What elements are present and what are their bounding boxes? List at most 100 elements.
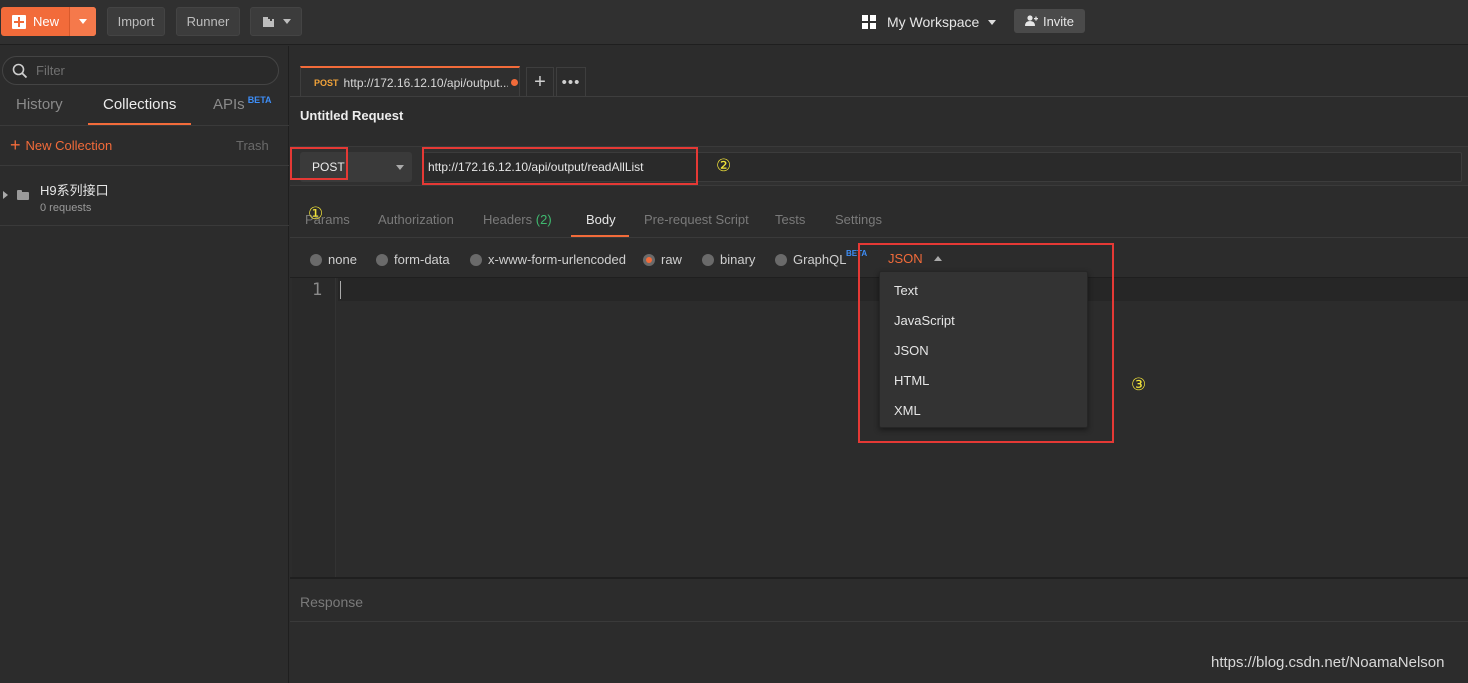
collection-name: H9系列接口 [40,183,109,198]
folder-icon [17,190,29,200]
annotation-marker-1: ① [308,204,324,223]
radio-form-data[interactable]: form-data [376,252,450,267]
request-title[interactable]: Untitled Request [300,108,403,123]
top-bar: New Import Runner My Workspace Invite [0,0,1468,45]
request-tab-method: POST [314,77,339,88]
more-icon: ••• [561,74,581,91]
add-user-icon [1024,15,1038,26]
radio-graphql[interactable]: GraphQL [775,252,846,267]
trash-link[interactable]: Trash [236,138,269,153]
radio-label: x-www-form-urlencoded [488,252,626,267]
radio-x-www-form-urlencoded[interactable]: x-www-form-urlencoded [470,252,626,267]
tab-pre-request-script[interactable]: Pre-request Script [644,212,749,227]
response-label: Response [300,594,364,610]
radio-label: form-data [394,252,450,267]
divider [290,621,1468,622]
new-window-button[interactable] [250,7,302,36]
divider [290,96,1468,97]
request-subtabs: Params Authorization Headers (2) Body Pr… [290,196,1468,238]
format-select-value: JSON [888,251,923,266]
new-collection-button[interactable]: + New Collection [10,135,113,155]
collection-item[interactable]: H9系列接口 0 requests [0,168,289,226]
more-tabs-button[interactable]: ••• [556,67,586,97]
triangle-right-icon[interactable] [3,191,8,199]
radio-label: none [328,252,357,267]
chevron-down-icon [282,19,291,24]
new-dropdown-toggle[interactable] [69,7,96,36]
tab-collections[interactable]: Collections [103,96,176,113]
divider [0,125,289,126]
format-select[interactable]: JSON [888,251,942,266]
tab-apis[interactable]: APIs BETA [213,95,272,113]
workspace-switcher[interactable]: My Workspace [862,10,997,34]
search-icon [12,63,28,78]
divider [0,165,289,166]
radio-raw[interactable]: raw [643,252,682,267]
format-dropdown-menu: Text JavaScript JSON HTML XML [879,271,1088,428]
chevron-down-icon [79,19,87,24]
sidebar-tabs: History Collections APIs BETA [0,92,289,125]
active-tab-indicator [571,235,629,237]
radio-icon [470,253,482,266]
chevron-down-icon [988,19,997,25]
runner-button[interactable]: Runner [176,7,240,36]
new-button-label: New [33,14,60,29]
tab-authorization[interactable]: Authorization [378,212,454,227]
plus-icon: + [10,135,21,155]
tab-apis-label: APIs [213,96,245,113]
line-number-gutter: 1 [292,278,336,578]
tab-headers[interactable]: Headers (2) [483,212,552,227]
chevron-down-icon [396,165,404,170]
invite-label: Invite [1042,13,1075,29]
radio-label: binary [720,252,756,267]
method-select[interactable]: POST [300,152,412,182]
format-option-json[interactable]: JSON [894,343,929,358]
grid-icon [862,15,876,29]
collection-count: 0 requests [40,202,92,214]
format-option-javascript[interactable]: JavaScript [894,313,955,328]
new-window-icon [262,14,274,27]
radio-none[interactable]: none [310,252,357,267]
tab-tests[interactable]: Tests [775,212,805,227]
request-tab[interactable]: POST http://172.16.12.10/api/output... [300,66,520,97]
plus-icon [12,14,26,29]
radio-label: GraphQL [793,252,847,267]
radio-icon [376,253,388,266]
radio-icon [775,253,787,266]
radio-binary[interactable]: binary [702,252,755,267]
unsaved-dot-icon [510,79,518,86]
new-collection-label: New Collection [25,138,113,153]
format-option-html[interactable]: HTML [894,373,929,388]
tab-body[interactable]: Body [586,212,616,227]
radio-selected-icon [643,253,655,266]
format-option-text[interactable]: Text [894,283,918,298]
radio-label: raw [661,252,682,267]
headers-count: (2) [535,212,552,227]
url-bar: POST [290,146,1468,186]
radio-icon [310,253,322,266]
tab-headers-label: Headers [483,212,533,227]
beta-badge: BETA [846,249,868,258]
tab-settings[interactable]: Settings [835,212,882,227]
annotation-marker-2: ② [716,156,732,175]
radio-icon [702,253,714,266]
watermark: https://blog.csdn.net/NoamaNelson [1211,654,1445,671]
filter-input[interactable] [36,63,256,78]
filter-field[interactable] [2,56,279,85]
invite-button[interactable]: Invite [1014,9,1085,33]
sidebar: History Collections APIsBETA + New Colle… [0,46,289,683]
beta-badge: BETA [247,95,272,105]
annotation-marker-3: ③ [1131,375,1147,394]
format-option-xml[interactable]: XML [894,403,921,418]
plus-icon: + [534,71,546,93]
method-label: POST [312,160,345,174]
add-tab-button[interactable]: + [526,67,554,97]
new-button[interactable]: New [1,7,96,36]
chevron-up-icon [933,256,942,261]
tab-history[interactable]: History [16,96,63,113]
line-number: 1 [312,280,323,300]
url-input[interactable] [422,152,1462,182]
request-tab-url: http://172.16.12.10/api/output... [343,75,508,90]
text-cursor [340,281,341,299]
import-button[interactable]: Import [107,7,165,36]
